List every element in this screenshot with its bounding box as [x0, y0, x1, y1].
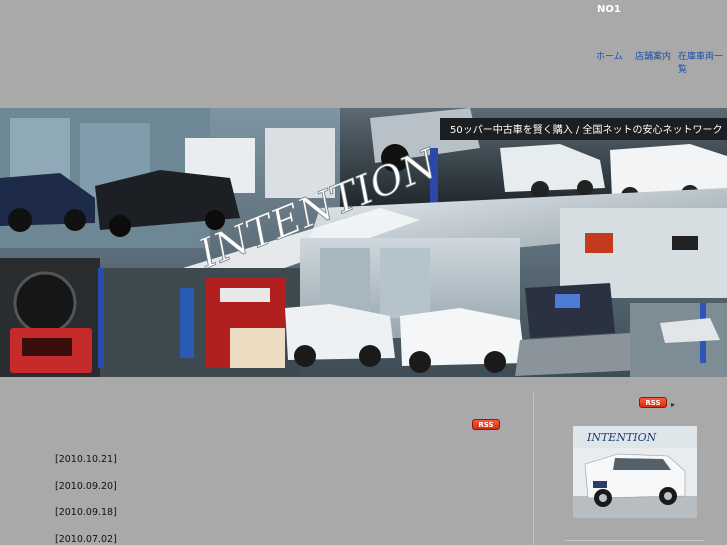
news-item-date[interactable]: [2010.07.02]	[55, 534, 117, 545]
hero-collage: 50ッパー中古車を賢く購入 / 全国ネットの安心ネットワーク INTENTION	[0, 108, 727, 377]
site-name: NO1	[597, 4, 621, 15]
main-content: RSS [2010.10.21] [2010.09.20] [2010.09.1…	[0, 377, 533, 545]
thumbnail-brand: INTENTION	[586, 431, 657, 444]
rss-button[interactable]: RSS	[472, 419, 500, 430]
arrow-right-icon: ▸	[671, 400, 676, 409]
news-item-date[interactable]: [2010.09.18]	[55, 507, 117, 518]
column-divider	[533, 393, 534, 545]
global-nav: ホーム 店舗案内 在庫車両一覧	[0, 49, 727, 75]
nav-item-home[interactable]: ホーム	[596, 49, 623, 62]
banner-tagline: 50ッパー中古車を賢く購入 / 全国ネットの安心ネットワーク	[450, 123, 722, 136]
nav-item-shop[interactable]: 店舗案内	[635, 49, 671, 62]
sidebar-car-thumbnail[interactable]: INTENTION	[573, 426, 697, 518]
news-item-date[interactable]: [2010.09.20]	[55, 481, 117, 492]
thumbnail-image: INTENTION	[573, 426, 697, 518]
news-item-date[interactable]: [2010.10.21]	[55, 454, 117, 465]
sidebar-rss-button[interactable]: RSS	[639, 397, 667, 408]
sidebar-divider	[565, 540, 705, 541]
nav-item-stock[interactable]: 在庫車両一覧	[678, 49, 727, 75]
hero-banner: 50ッパー中古車を賢く購入 / 全国ネットの安心ネットワーク INTENTION	[0, 108, 727, 377]
